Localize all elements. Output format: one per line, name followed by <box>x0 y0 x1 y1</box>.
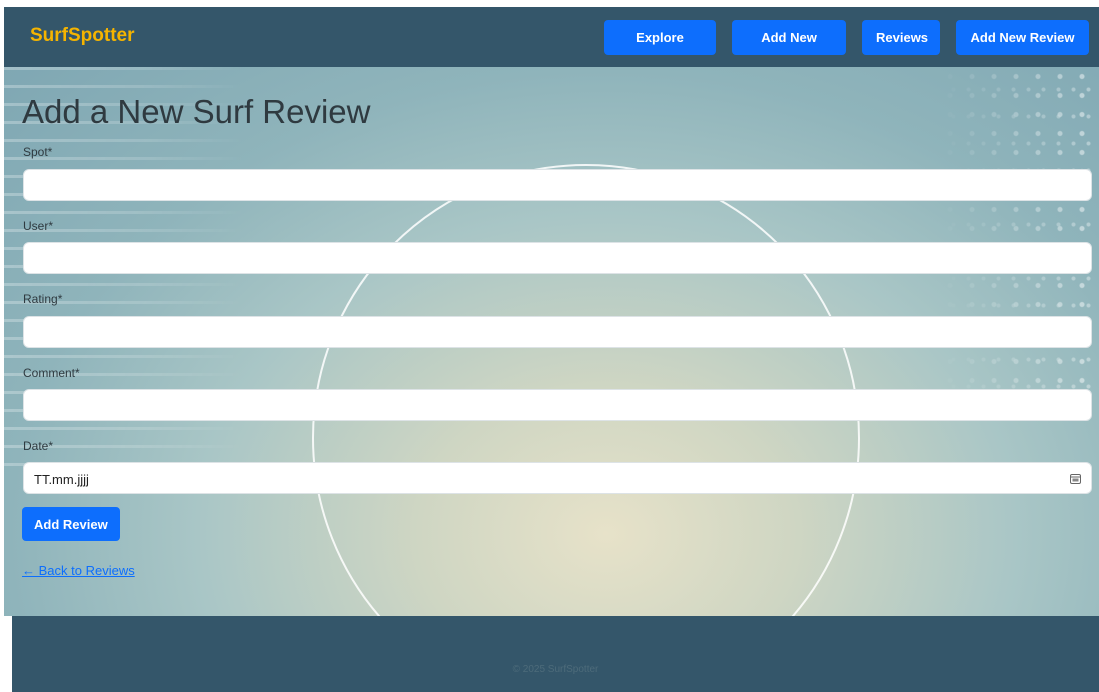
user-label: User* <box>23 219 54 233</box>
comment-label: Comment* <box>23 366 80 380</box>
date-label: Date* <box>23 439 54 453</box>
nav-add-new-review-button[interactable]: Add New Review <box>956 20 1089 55</box>
page-title: Add a New Surf Review <box>22 93 371 130</box>
nav-explore-spots-button[interactable]: Explore Spots <box>604 20 716 80</box>
rating-input[interactable] <box>23 316 1092 348</box>
app-frame: SurfSpotter Explore Spots Add New Spot R… <box>4 7 1099 692</box>
user-input[interactable] <box>23 242 1092 274</box>
copyright-text: © 2025 SurfSpotter <box>512 664 599 675</box>
calendar-icon[interactable] <box>1070 473 1081 484</box>
spot-label: Spot* <box>23 145 53 159</box>
comment-input[interactable] <box>23 389 1092 421</box>
date-input[interactable]: TT.mm.jjjj <box>23 462 1092 494</box>
back-to-reviews-link[interactable]: ← Back to Reviews <box>22 563 135 578</box>
nav-reviews-button[interactable]: Reviews <box>862 20 940 55</box>
background-droplets <box>939 67 1099 407</box>
add-review-button[interactable]: Add Review <box>22 507 120 541</box>
brand-logo[interactable]: SurfSpotter <box>30 25 135 47</box>
review-form-section: Add a New Surf Review Spot* User* Rating… <box>4 67 1099 616</box>
footer: © 2025 SurfSpotter <box>12 616 1099 692</box>
rating-label: Rating* <box>23 292 63 306</box>
date-placeholder: TT.mm.jjjj <box>34 472 89 487</box>
nav-add-new-spot-button[interactable]: Add New Spot <box>732 20 846 80</box>
spot-input[interactable] <box>23 169 1092 201</box>
top-navbar: SurfSpotter Explore Spots Add New Spot R… <box>4 7 1099 80</box>
